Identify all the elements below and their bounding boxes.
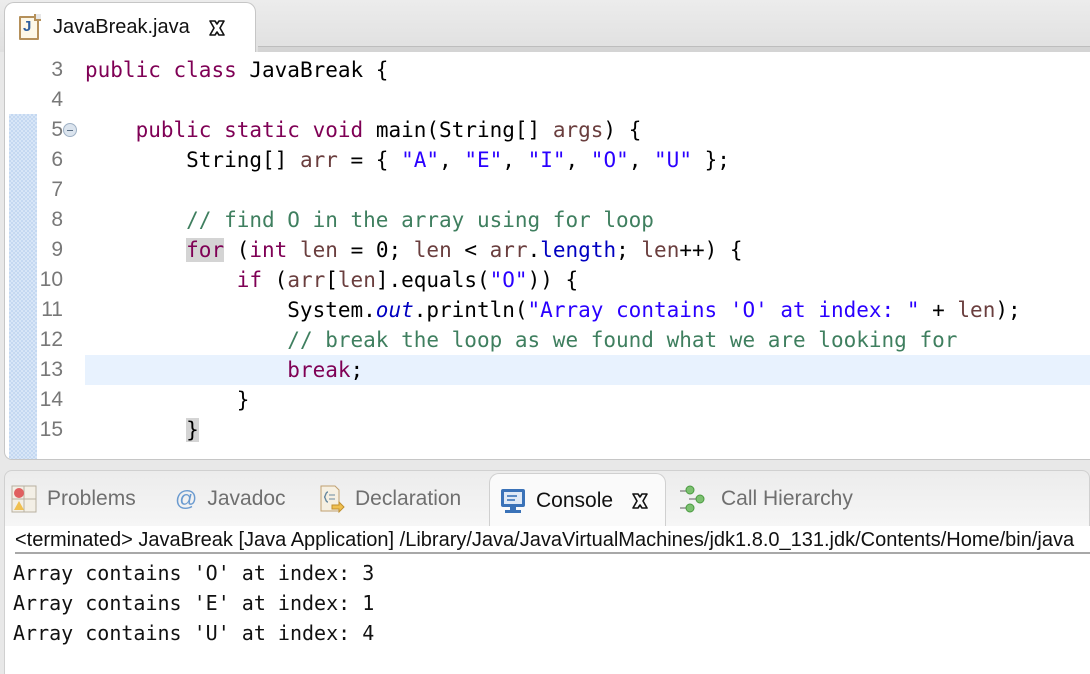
call-hierarchy-icon <box>679 485 711 513</box>
tab-javadoc[interactable]: @ Javadoc <box>175 477 286 521</box>
close-console-icon[interactable] <box>629 490 651 512</box>
collapse-icon[interactable] <box>63 123 77 137</box>
console-icon <box>500 488 526 514</box>
code-text: String[] arr = { "A", "E", "I", "O", "U"… <box>85 148 730 172</box>
console-output-line: Array contains 'O' at index: 3 <box>13 561 375 585</box>
code-text: System.out.println("Array contains 'O' a… <box>85 298 1021 322</box>
tab-console-label: Console <box>536 488 614 512</box>
tab-call-hierarchy-label: Call Hierarchy <box>721 487 853 510</box>
console-output-line: Array contains 'E' at index: 1 <box>13 591 375 615</box>
code-line[interactable]: 8 // find O in the array using for loop <box>5 205 1090 235</box>
declaration-icon <box>319 485 345 513</box>
code-line[interactable]: 13 break; <box>5 355 1090 385</box>
close-tab-icon[interactable] <box>206 17 228 39</box>
line-number: 14 <box>39 388 63 411</box>
problems-icon <box>11 485 37 513</box>
editor-pane: J JavaBreak.java 3 public class JavaBreak… <box>0 0 1090 462</box>
line-number: 13 <box>39 358 63 381</box>
code-line[interactable]: 14 } <box>5 385 1090 415</box>
code-line[interactable]: 4 <box>5 85 1090 115</box>
code-line[interactable]: 7 <box>5 175 1090 205</box>
line-number: 15 <box>39 418 63 441</box>
editor-tab-label: JavaBreak.java <box>53 16 190 38</box>
line-number: 4 <box>51 88 63 111</box>
code-text: // break the loop as we found what we ar… <box>287 328 958 352</box>
line-number: 7 <box>51 178 63 201</box>
code-line[interactable]: 12 // break the loop as we found what we… <box>5 325 1090 355</box>
line-number: 11 <box>41 298 63 321</box>
console-process-label: <terminated> JavaBreak [Java Application… <box>15 526 1090 554</box>
line-number: 9 <box>51 238 63 261</box>
code-line[interactable]: 15 } <box>5 415 1090 445</box>
console-view[interactable]: <terminated> JavaBreak [Java Application… <box>4 526 1090 674</box>
tab-declaration[interactable]: Declaration <box>319 477 461 521</box>
tab-call-hierarchy[interactable]: Call Hierarchy <box>679 477 853 521</box>
code-line[interactable]: 11 System.out.println("Array contains 'O… <box>5 295 1090 325</box>
line-number: 10 <box>39 268 63 291</box>
code-text: for (int len = 0; len < arr.length; len+… <box>186 238 743 262</box>
bottom-pane: Problems @ Javadoc Declaration Console C… <box>0 470 1090 674</box>
code-text: } <box>85 388 250 412</box>
tab-problems[interactable]: Problems <box>11 477 136 521</box>
line-number: 5 <box>51 118 63 141</box>
tab-problems-label: Problems <box>47 487 136 510</box>
editor-tab-javabreak[interactable]: J JavaBreak.java <box>4 2 256 52</box>
line-number: 3 <box>51 58 63 81</box>
code-line[interactable]: 10 if (arr[len].equals("O")) { <box>5 265 1090 295</box>
line-number: 12 <box>39 328 63 351</box>
console-output-line: Array contains 'U' at index: 4 <box>13 621 375 645</box>
code-text: // find O in the array using for loop <box>186 208 654 232</box>
tab-declaration-label: Declaration <box>355 487 462 510</box>
editor-tab-bar: J JavaBreak.java <box>0 0 1090 52</box>
java-file-icon: J <box>19 13 41 40</box>
code-line[interactable]: 9 for (int len = 0; len < arr.length; le… <box>5 235 1090 265</box>
code-line[interactable]: 6 String[] arr = { "A", "E", "I", "O", "… <box>5 145 1090 175</box>
tab-javadoc-label: Javadoc <box>207 487 286 510</box>
view-tab-bar: Problems @ Javadoc Declaration Console C… <box>4 470 1090 527</box>
line-number: 6 <box>51 148 63 171</box>
code-line[interactable]: 3 public class JavaBreak { <box>5 55 1090 85</box>
code-text: break; <box>287 358 364 382</box>
at-sign-icon: @ <box>175 486 198 511</box>
code-text: if (arr[len].equals("O")) { <box>236 268 579 292</box>
console-output: Array contains 'O' at index: 3 Array con… <box>13 558 374 648</box>
code-lines: 3 public class JavaBreak { 4 5 public stati… <box>5 55 1090 445</box>
code-editor[interactable]: 3 public class JavaBreak { 4 5 public stati… <box>4 52 1090 460</box>
code-text: } <box>186 418 199 442</box>
line-number: 8 <box>51 208 63 231</box>
code-text: public class JavaBreak { <box>85 58 389 82</box>
code-text: public static void main(String[] args) { <box>135 118 642 142</box>
code-line[interactable]: 5 public static void main(String[] args)… <box>5 115 1090 145</box>
tab-console[interactable]: Console <box>489 473 667 527</box>
